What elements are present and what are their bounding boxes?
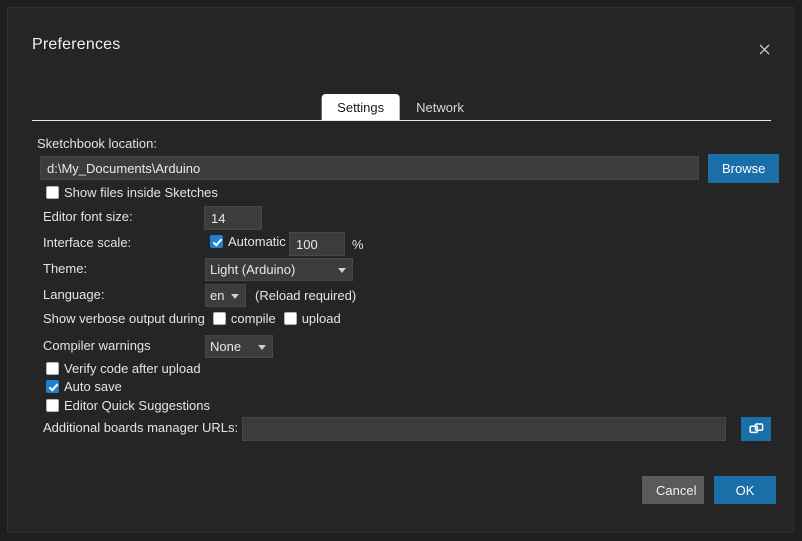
reload-required-note: (Reload required) bbox=[255, 288, 357, 303]
compiler-warnings-select[interactable]: None bbox=[205, 335, 273, 358]
auto-save-label[interactable]: Auto save bbox=[64, 379, 122, 394]
page-title: Preferences bbox=[32, 36, 121, 53]
theme-select-wrapper: Light (Arduino) bbox=[205, 258, 353, 281]
interface-scale-automatic-label[interactable]: Automatic bbox=[228, 234, 286, 249]
editor-font-size-row bbox=[204, 206, 262, 230]
verbose-output-row: Show verbose output during compile uploa… bbox=[43, 311, 341, 326]
verbose-compile-label[interactable]: compile bbox=[231, 311, 276, 326]
language-row: en (Reload required) bbox=[205, 284, 356, 307]
editor-font-size-label: Editor font size: bbox=[43, 209, 133, 224]
percent-label: % bbox=[352, 236, 364, 252]
quick-suggestions-label[interactable]: Editor Quick Suggestions bbox=[64, 398, 210, 413]
tab-settings[interactable]: Settings bbox=[321, 94, 401, 121]
language-label: Language: bbox=[43, 287, 105, 302]
show-files-label[interactable]: Show files inside Sketches bbox=[64, 185, 218, 200]
interface-scale-input[interactable] bbox=[289, 232, 345, 256]
close-icon[interactable] bbox=[753, 40, 775, 62]
quick-suggestions-row: Editor Quick Suggestions bbox=[46, 398, 210, 413]
open-window-icon[interactable] bbox=[741, 417, 771, 441]
compiler-warnings-label-row: Compiler warnings bbox=[43, 338, 151, 353]
browse-button[interactable]: Browse bbox=[708, 154, 780, 183]
tab-bar: Settings Network bbox=[8, 89, 793, 121]
boards-urls-label: Additional boards manager URLs: bbox=[43, 420, 239, 435]
interface-scale-row: Automatic bbox=[210, 234, 286, 249]
auto-save-row: Auto save bbox=[46, 379, 122, 394]
language-select-wrapper: en bbox=[205, 284, 246, 307]
sketchbook-location-label: Sketchbook location: bbox=[37, 136, 157, 151]
editor-font-size-label-row: Editor font size: bbox=[43, 209, 133, 224]
compiler-warnings-select-wrapper: None bbox=[205, 335, 273, 358]
compiler-warnings-label: Compiler warnings bbox=[43, 338, 151, 353]
theme-row: Light (Arduino) bbox=[205, 258, 353, 281]
browse-row: Browse bbox=[708, 154, 780, 183]
show-files-row: Show files inside Sketches bbox=[46, 185, 218, 200]
language-select[interactable]: en bbox=[205, 284, 246, 307]
theme-label-row: Theme: bbox=[43, 261, 87, 276]
tab-network[interactable]: Network bbox=[400, 94, 480, 121]
dialog-footer: Cancel OK bbox=[642, 476, 776, 504]
verbose-upload-checkbox[interactable] bbox=[283, 312, 297, 325]
interface-scale-label: Interface scale: bbox=[43, 235, 132, 250]
verify-code-row: Verify code after upload bbox=[46, 361, 201, 376]
verify-code-checkbox[interactable] bbox=[46, 362, 59, 375]
boards-urls-edit-row bbox=[741, 417, 771, 441]
interface-scale-value-row: % bbox=[289, 232, 364, 256]
show-files-checkbox[interactable] bbox=[46, 186, 59, 199]
boards-urls-row bbox=[242, 417, 726, 441]
preferences-dialog: Preferences Settings Network Sketchbook … bbox=[7, 7, 794, 533]
verbose-output-label: Show verbose output during bbox=[43, 311, 205, 326]
tab-underline bbox=[32, 120, 771, 121]
interface-scale-label-row: Interface scale: bbox=[43, 235, 131, 250]
verbose-upload-label[interactable]: upload bbox=[302, 311, 341, 326]
language-label-row: Language: bbox=[43, 287, 104, 302]
sketchbook-location-input[interactable] bbox=[40, 156, 699, 180]
theme-select[interactable]: Light (Arduino) bbox=[205, 258, 353, 281]
compiler-warnings-row: None bbox=[205, 335, 273, 358]
editor-font-size-input[interactable] bbox=[204, 206, 262, 230]
cancel-button[interactable]: Cancel bbox=[642, 476, 704, 504]
verbose-compile-checkbox[interactable] bbox=[212, 312, 226, 325]
sketchbook-location-row bbox=[40, 156, 699, 180]
auto-save-checkbox[interactable] bbox=[46, 380, 59, 393]
verify-code-label[interactable]: Verify code after upload bbox=[64, 361, 201, 376]
boards-urls-label-row: Additional boards manager URLs: bbox=[43, 420, 238, 435]
quick-suggestions-checkbox[interactable] bbox=[46, 399, 59, 412]
ok-button[interactable]: OK bbox=[714, 476, 776, 504]
sketchbook-location-row-label: Sketchbook location: bbox=[37, 136, 157, 151]
theme-label: Theme: bbox=[43, 261, 88, 276]
boards-urls-input[interactable] bbox=[242, 417, 726, 441]
dialog-titlebar: Preferences bbox=[8, 8, 793, 80]
interface-scale-automatic-checkbox[interactable] bbox=[210, 235, 223, 248]
